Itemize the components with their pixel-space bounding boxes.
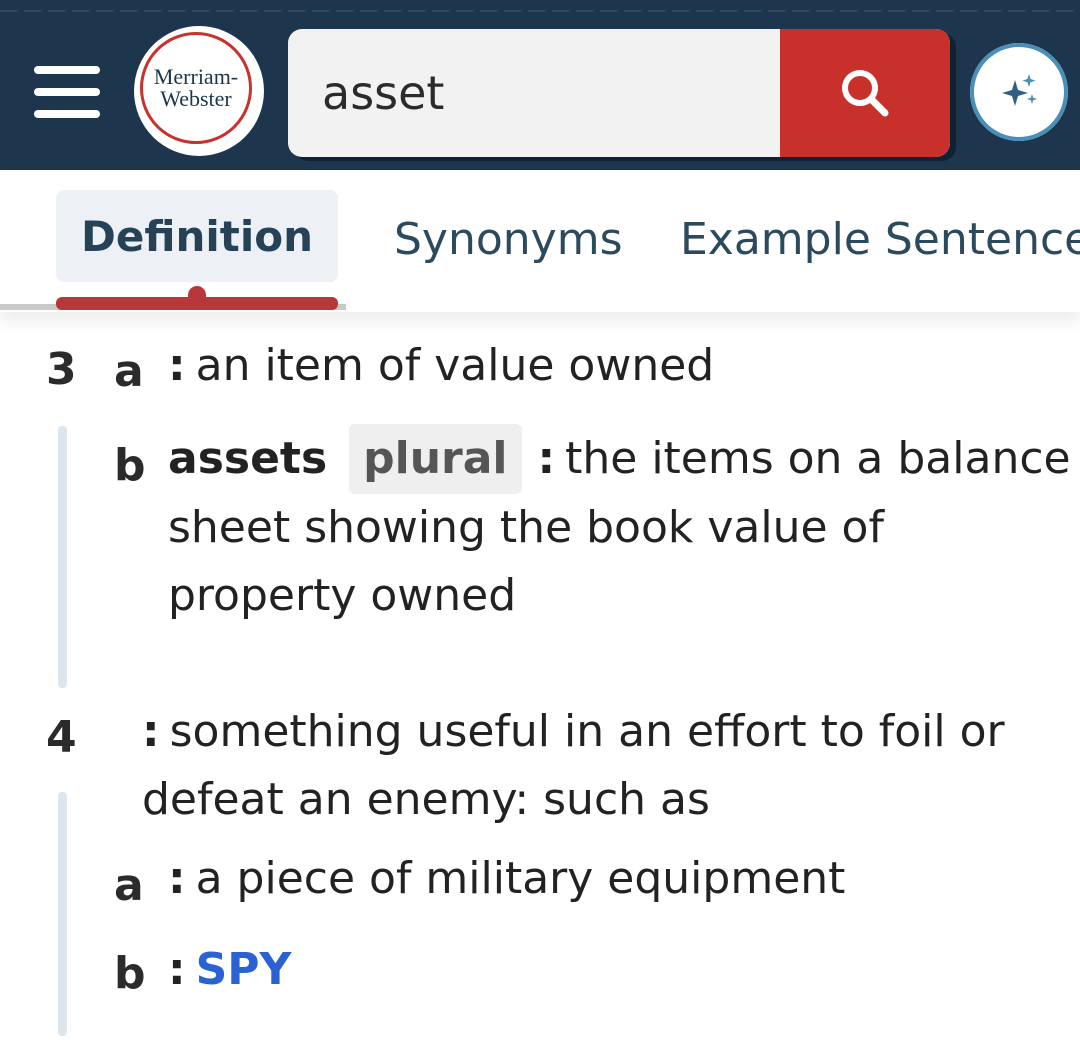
sense-number-4: 4 [46, 712, 77, 763]
sense-3a-definition: : an item of value owned [168, 340, 715, 391]
sense-4-text-line1: something useful in an effort to foil or [169, 706, 1005, 757]
sparkles-icon [1002, 74, 1037, 106]
ai-assistant-button[interactable] [970, 43, 1068, 141]
sense-4-definition: : something useful in an effort to foil o… [142, 698, 1072, 834]
sense-3-divider [58, 426, 67, 688]
tab-example-sentences[interactable]: Example Sentences [680, 214, 1080, 265]
search-icon [842, 70, 889, 117]
headword-assets: assets [168, 433, 328, 484]
tab-synonyms[interactable]: Synonyms [394, 214, 623, 265]
sense-4-divider [58, 792, 67, 1036]
logo-text-line1: Merriam- [153, 64, 239, 89]
sense-3b-letter: b [114, 440, 146, 491]
tab-definition[interactable]: Definition [56, 190, 338, 282]
decorative-dots [0, 10, 1080, 12]
plural-label: plural [349, 424, 522, 494]
search-box [288, 29, 950, 157]
sense-3a-letter: a [114, 346, 144, 397]
sense-3b-text-line3: property owned [168, 570, 517, 621]
active-tab-indicator [56, 297, 338, 310]
merriam-webster-logo[interactable]: Merriam- Webster [134, 26, 264, 156]
search-input[interactable] [288, 29, 778, 157]
sense-4a-letter: a [114, 860, 144, 911]
search-button[interactable] [780, 29, 950, 157]
hamburger-menu-icon[interactable] [32, 66, 102, 122]
sense-4-text-line2: defeat an enemy: such as [142, 774, 710, 825]
sense-4a-definition: :a piece of military equipment [168, 853, 846, 904]
sense-number-3: 3 [46, 344, 77, 395]
section-tabs: Definition Synonyms Example Sentences [0, 170, 1080, 312]
sense-4b-definition: : SPY [168, 944, 292, 995]
sense-3b-text-line2: sheet showing the book value of [168, 502, 884, 553]
top-bar: Merriam- Webster [0, 0, 1080, 170]
sense-3a-text: an item of value owned [195, 340, 715, 391]
sense-3b-text-line1: the items on a balance [565, 433, 1071, 484]
sense-4a-text: a piece of military equipment [195, 853, 846, 904]
sense-4b-letter: b [114, 948, 146, 999]
spy-link[interactable]: SPY [196, 944, 292, 995]
sense-3b-definition: assets plural: the items on a balance shee… [168, 424, 1071, 630]
logo-text-line2: Webster [160, 86, 232, 111]
